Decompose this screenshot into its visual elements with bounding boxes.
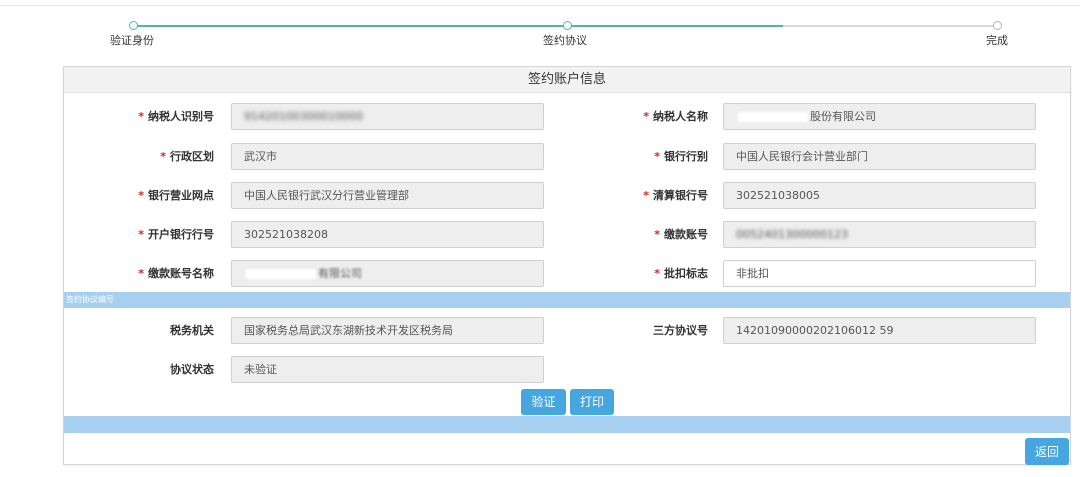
- panel-title: 签约账户信息: [64, 67, 1070, 93]
- form-row: * 银行营业网点 中国人民银行武汉分行营业管理部 * 清算银行号 302521038…: [64, 182, 1070, 210]
- print-button[interactable]: 打印: [570, 389, 614, 415]
- batch-flag-select[interactable]: 非批扣: [723, 260, 1036, 287]
- step-3-label: 完成: [986, 34, 1008, 47]
- form-row: * 行政区划 武汉市 * 银行行别 中国人民银行会计营业部门: [64, 143, 1070, 171]
- step-2-label: 签约协议: [543, 34, 587, 47]
- clearing-bank-no-label: * 清算银行号: [643, 189, 708, 202]
- tripartite-no-field[interactable]: 14201090000202106012 59: [723, 317, 1036, 344]
- payment-account-name-field[interactable]: 有限公司: [231, 260, 544, 287]
- step-1-label: 验证身份: [110, 34, 154, 47]
- agreement-status-field[interactable]: 未验证: [231, 356, 544, 383]
- step-2-dot-icon: [563, 21, 572, 30]
- step-3-dot-icon: [993, 21, 1002, 30]
- district-label: * 行政区划: [160, 150, 214, 163]
- tax-authority-field[interactable]: 国家税务总局武汉东湖新技术开发区税务局: [231, 317, 544, 344]
- taxpayer-name-field[interactable]: 股份有限公司: [723, 103, 1036, 130]
- opening-bank-no-label: * 开户银行行号: [138, 228, 214, 241]
- district-field[interactable]: 武汉市: [231, 143, 544, 170]
- bank-branch-label: * 银行营业网点: [138, 189, 214, 202]
- bank-type-label: * 银行行别: [654, 150, 708, 163]
- payment-account-field[interactable]: 0052401300000123: [723, 221, 1036, 248]
- agreement-section-bar: 签约协议编号: [64, 292, 1070, 308]
- tax-authority-label: 税务机关: [170, 324, 214, 337]
- taxpayer-id-field[interactable]: 91420100300010000: [231, 103, 544, 130]
- footer-bar: [64, 416, 1070, 433]
- payment-account-name-label: * 缴款账号名称: [138, 267, 214, 280]
- taxpayer-id-label: * 纳税人识别号: [138, 110, 214, 123]
- opening-bank-no-field[interactable]: 302521038208: [231, 221, 544, 248]
- step-1-dot-icon: [129, 21, 138, 30]
- clearing-bank-no-field[interactable]: 302521038005: [723, 182, 1036, 209]
- form-row: * 开户银行行号 302521038208 * 缴款账号 0052401300000…: [64, 221, 1070, 249]
- back-button[interactable]: 返回: [1025, 438, 1069, 465]
- account-info-panel: 签约账户信息 * 纳税人识别号 91420100300010000 * 纳税人名称 …: [63, 66, 1071, 465]
- form-row: * 纳税人识别号 91420100300010000 * 纳税人名称 股份有限公司: [64, 103, 1070, 131]
- form-row: * 缴款账号名称 有限公司 * 批扣标志 非批扣: [64, 260, 1070, 288]
- batch-flag-label: * 批扣标志: [654, 267, 708, 280]
- taxpayer-name-label: * 纳税人名称: [643, 110, 708, 123]
- form-row: 税务机关 国家税务总局武汉东湖新技术开发区税务局 三方协议号 142010900…: [64, 317, 1070, 345]
- tripartite-no-label: 三方协议号: [653, 324, 708, 337]
- agreement-status-label: 协议状态: [170, 363, 214, 376]
- payment-account-label: * 缴款账号: [654, 228, 708, 241]
- form-row: 协议状态 未验证: [64, 356, 1070, 384]
- verify-button[interactable]: 验证: [521, 389, 566, 415]
- bank-type-field[interactable]: 中国人民银行会计营业部门: [723, 143, 1036, 170]
- stepper-track-done: [133, 25, 783, 27]
- bank-branch-field[interactable]: 中国人民银行武汉分行营业管理部: [231, 182, 544, 209]
- stepper-track-todo: [783, 25, 997, 27]
- redaction-mark: [738, 112, 808, 122]
- redaction-mark: [246, 269, 316, 279]
- agreement-section-title: 签约协议编号: [66, 295, 114, 304]
- progress-stepper: 验证身份 签约协议 完成: [0, 0, 1080, 58]
